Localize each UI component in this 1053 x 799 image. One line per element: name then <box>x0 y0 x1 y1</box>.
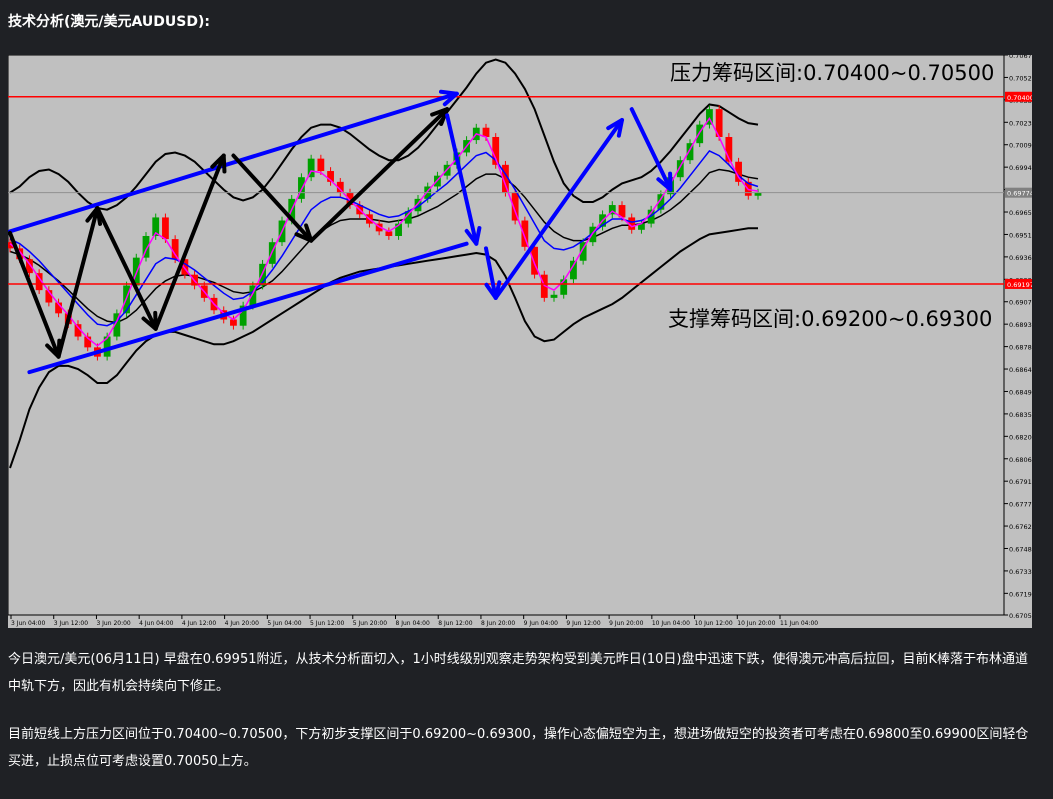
support-annotation: 支撑筹码区间:0.69200~0.69300 <box>668 307 992 331</box>
y-axis: 0.706700.705250.703800.702350.700900.699… <box>1004 55 1032 620</box>
y-tick-label: 0.67335 <box>1009 568 1032 576</box>
y-tick-label: 0.68930 <box>1009 321 1032 329</box>
x-tick-label: 5 Jun 04:00 <box>267 620 301 627</box>
y-tick-label: 0.69365 <box>1009 254 1032 262</box>
x-tick-label: 11 Jun 04:00 <box>780 620 818 627</box>
x-tick-label: 9 Jun 20:00 <box>609 620 643 627</box>
analysis-paragraph-2: 目前短线上方压力区间位于0.70400~0.70500，下方初步支撑区间于0.6… <box>8 727 1029 769</box>
analysis-paragraph-1: 今日澳元/美元(06月11日) 早盘在0.69951附近，从技术分析面切入，1小… <box>8 652 1028 694</box>
section-heading: 技术分析(澳元/美元AUDUSD): <box>8 14 210 30</box>
y-tick-label: 0.67190 <box>1009 590 1032 598</box>
price-chart: 0.706700.705250.703800.702350.700900.699… <box>8 55 1032 628</box>
x-tick-label: 3 Jun 20:00 <box>96 620 130 627</box>
y-tick-label: 0.68205 <box>1009 433 1032 441</box>
x-tick-label: 4 Jun 20:00 <box>225 620 259 627</box>
y-tick-label: 0.70235 <box>1009 119 1032 127</box>
x-tick-label: 9 Jun 12:00 <box>566 620 600 627</box>
y-tick-label: 0.68060 <box>1009 456 1032 464</box>
x-axis: 3 Jun 04:00 3 Jun 12:00 3 Jun 20:00 4 Jun 0… <box>10 615 818 627</box>
y-tick-label: 0.70670 <box>1009 55 1032 60</box>
candle-body <box>696 124 704 144</box>
y-tick-label: 0.68640 <box>1009 366 1032 374</box>
x-tick-label: 9 Jun 04:00 <box>524 620 558 627</box>
x-tick-label: 4 Jun 12:00 <box>182 620 216 627</box>
x-tick-label: 10 Jun 04:00 <box>652 620 690 627</box>
x-tick-label: 8 Jun 12:00 <box>438 620 472 627</box>
price-label-text: 0.70400 <box>1007 94 1032 102</box>
x-tick-label: 3 Jun 12:00 <box>54 620 88 627</box>
x-tick-label: 8 Jun 20:00 <box>481 620 515 627</box>
y-tick-label: 0.67915 <box>1009 478 1032 486</box>
candle-body <box>230 319 237 326</box>
candle-body <box>171 239 179 260</box>
y-tick-label: 0.68350 <box>1009 411 1032 419</box>
y-tick-label: 0.69945 <box>1009 164 1032 172</box>
x-tick-label: 5 Jun 12:00 <box>310 620 344 627</box>
y-tick-label: 0.69075 <box>1009 299 1032 307</box>
y-tick-label: 0.70090 <box>1009 142 1032 150</box>
y-tick-label: 0.67625 <box>1009 523 1032 531</box>
price-label-text: 0.69774 <box>1007 190 1032 198</box>
candle-body <box>550 294 558 298</box>
price-label-text: 0.69197 <box>1007 281 1032 289</box>
y-tick-label: 0.70525 <box>1009 74 1032 82</box>
y-tick-label: 0.67480 <box>1009 545 1032 553</box>
x-tick-label: 10 Jun 20:00 <box>737 620 775 627</box>
y-tick-label: 0.68495 <box>1009 388 1032 396</box>
x-tick-label: 10 Jun 12:00 <box>695 620 733 627</box>
y-tick-label: 0.68785 <box>1009 344 1032 352</box>
y-tick-label: 0.67050 <box>1009 612 1032 620</box>
x-tick-label: 3 Jun 04:00 <box>11 620 45 627</box>
x-tick-label: 5 Jun 20:00 <box>353 620 387 627</box>
candle-body <box>162 217 169 240</box>
resistance-annotation: 压力筹码区间:0.70400~0.70500 <box>670 61 994 85</box>
y-tick-label: 0.69655 <box>1009 209 1032 217</box>
candle-body <box>317 158 325 172</box>
y-tick-label: 0.69510 <box>1009 231 1032 239</box>
y-tick-label: 0.67770 <box>1009 501 1032 509</box>
chart-canvas: 0.706700.705250.703800.702350.700900.699… <box>8 55 1032 627</box>
x-tick-label: 4 Jun 04:00 <box>139 620 173 627</box>
x-tick-label: 8 Jun 04:00 <box>396 620 430 627</box>
